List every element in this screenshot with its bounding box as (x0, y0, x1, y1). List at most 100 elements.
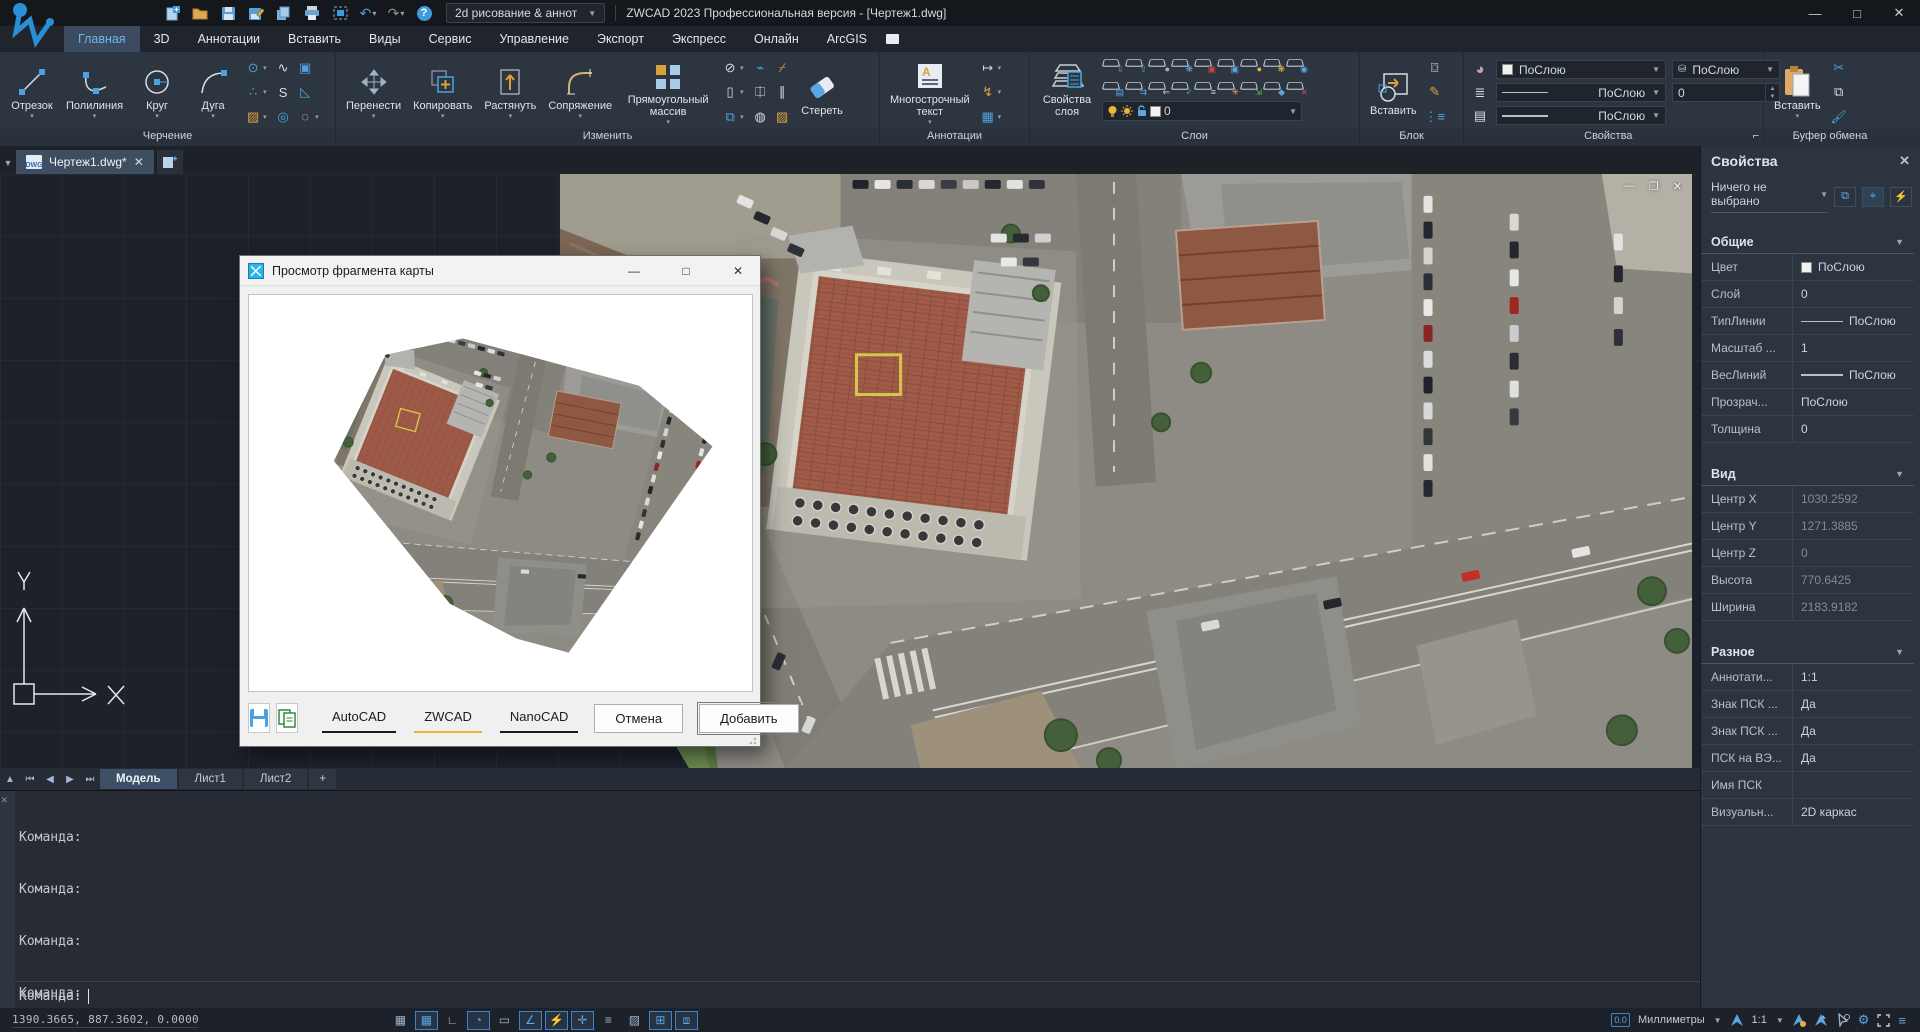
tab-nanocad[interactable]: NanoCAD (500, 704, 579, 733)
line-button[interactable]: Отрезок▾ (6, 62, 58, 123)
tab-online[interactable]: Онлайн (740, 26, 813, 52)
help-icon[interactable]: ? (412, 3, 436, 23)
layer-delete-icon[interactable]: ✕ (1286, 77, 1306, 95)
close-icon[interactable]: ✕ (1878, 0, 1920, 26)
insert-block-button[interactable]: Вставить (1366, 67, 1421, 119)
inner-close-icon[interactable]: ✕ (1673, 180, 1682, 193)
layer-state-icon[interactable]: ▤ (1102, 77, 1122, 95)
transparency-icon[interactable]: ◍ (750, 107, 770, 127)
resize-grip[interactable] (749, 735, 759, 745)
prop-row[interactable]: Центр Z0 (1701, 540, 1914, 567)
fillet-button[interactable]: Сопряжение▾ (544, 62, 616, 123)
close-command-icon[interactable]: ✕ (1, 793, 8, 806)
expand-tabs-icon[interactable]: ▲ (0, 770, 20, 788)
annotation-visibility-icon[interactable] (1792, 1013, 1806, 1027)
layer-freeze-icon[interactable]: ❋ (1171, 54, 1191, 72)
revcloud-icon[interactable]: ∿ (273, 58, 293, 78)
layer-current-icon[interactable]: ✓ (1171, 77, 1191, 95)
attributes-icon[interactable]: ⋮≡ (1425, 107, 1445, 127)
match-properties-icon[interactable]: 🖌 (1829, 107, 1849, 127)
inner-restore-icon[interactable]: ❐ (1649, 180, 1659, 193)
tab-home[interactable]: Главная (64, 26, 140, 52)
layer-off-icon[interactable]: ⇩ (1102, 54, 1122, 72)
grid-icon[interactable]: ▦ (415, 1011, 438, 1030)
dialog-maximize-icon[interactable]: □ (664, 256, 708, 285)
tab-export[interactable]: Экспорт (583, 26, 658, 52)
dialog-close-icon[interactable]: ✕ (716, 256, 760, 285)
drawing-canvas[interactable]: — ❐ ✕ Просмотр фрагмента карты — □ ✕ (0, 174, 1700, 768)
ribbon-collapse-icon[interactable] (881, 26, 903, 52)
ortho-icon[interactable]: ∟ (441, 1011, 464, 1030)
prop-row[interactable]: Центр Y1271.3885 (1701, 513, 1914, 540)
tab-autocad[interactable]: AutoCAD (322, 704, 396, 733)
document-tab[interactable]: DWG Чертеж1.dwg* ✕ (16, 150, 154, 174)
lineweight-combo[interactable]: ПоСлою▼ (1496, 106, 1666, 125)
palette-icon[interactable]: ◕ (1470, 60, 1490, 80)
prop-row[interactable]: Знак ПСК ...Да (1701, 691, 1914, 718)
prop-row[interactable]: ТипЛинииПоСлою (1701, 308, 1914, 335)
add-button[interactable]: Добавить (699, 704, 798, 733)
cycle-select-icon[interactable]: ⧈ (675, 1011, 698, 1030)
trim-icon[interactable]: ⌁ (750, 58, 770, 78)
prop-row[interactable]: Слой0 (1701, 281, 1914, 308)
prop-row[interactable]: Центр X1030.2592 (1701, 486, 1914, 513)
scale-icon[interactable]: ▯ (720, 82, 740, 102)
move-button[interactable]: Перенести▾ (342, 62, 405, 123)
snap-icon[interactable]: ▦ (389, 1011, 412, 1030)
align-icon[interactable]: ⎅ (750, 82, 770, 102)
prop-row[interactable]: Имя ПСК (1701, 772, 1914, 799)
dimension-icon[interactable]: ↦ (978, 58, 998, 78)
collapse-icon[interactable]: ▼ (1895, 647, 1904, 657)
tab-model[interactable]: Модель (100, 769, 177, 789)
layer-lock-icon[interactable]: ▣ (1194, 54, 1214, 72)
leader-icon[interactable]: ↯ (978, 82, 998, 102)
circle-button[interactable]: Круг▾ (131, 62, 183, 123)
fullscreen-icon[interactable] (1877, 1014, 1890, 1027)
tab-service[interactable]: Сервис (415, 26, 486, 52)
layer-unisolate-icon[interactable]: ⇲ (1240, 77, 1260, 95)
tab-3d[interactable]: 3D (140, 26, 184, 52)
dialog-minimize-icon[interactable]: — (612, 256, 656, 285)
copy-map-icon[interactable] (276, 703, 298, 733)
cursor-badge-icon[interactable] (1836, 1013, 1850, 1027)
first-tab-icon[interactable]: ⏮ (20, 770, 40, 788)
object-snap-icon[interactable]: ▭ (493, 1011, 516, 1030)
open-file-icon[interactable] (188, 3, 212, 23)
layer-walk-icon[interactable]: ◆ (1263, 77, 1283, 95)
array-button[interactable]: Прямоугольный массив▾ (620, 56, 716, 129)
break-icon[interactable]: ⌿ (772, 58, 792, 78)
tab-zwcad[interactable]: ZWCAD (414, 704, 482, 733)
stretch-button[interactable]: Растянуть▾ (480, 62, 540, 123)
prop-row[interactable]: ПСК на ВЭ...Да (1701, 745, 1914, 772)
undo-icon[interactable]: ↶▾ (356, 3, 380, 23)
color-combo[interactable]: ПоСлою▼ (1496, 60, 1666, 79)
command-window[interactable]: ✕ Команда: Команда: Команда: Команда: Ко… (0, 790, 1700, 1008)
copy-button[interactable]: Копировать▾ (409, 62, 476, 123)
layer-match-icon[interactable]: ⇉ (1125, 77, 1145, 95)
region-icon[interactable]: ▣ (295, 58, 315, 78)
mirror-icon[interactable]: ∥ (772, 82, 792, 102)
paste-button[interactable]: Вставить▾ (1770, 62, 1825, 123)
dynamic-input-icon[interactable]: ✛ (571, 1011, 594, 1030)
table-icon[interactable]: ▦ (978, 107, 998, 127)
quick-select-icon[interactable]: ⌖ (1862, 187, 1884, 207)
next-tab-icon[interactable]: ▶ (60, 770, 80, 788)
polyline-button[interactable]: Полилиния▾ (62, 62, 127, 123)
menu-hamburger-icon[interactable]: ≡ (1898, 1013, 1906, 1028)
inner-minimize-icon[interactable]: — (1624, 180, 1635, 193)
layer-isolate-icon[interactable]: ✳ (1217, 77, 1237, 95)
linetype-combo[interactable]: ПоСлою▼ (1496, 83, 1666, 102)
prop-row[interactable]: Высота770.6425 (1701, 567, 1914, 594)
tab-manage[interactable]: Управление (485, 26, 583, 52)
layer-on-icon[interactable]: ⇧ (1125, 54, 1145, 72)
minimize-icon[interactable]: — (1794, 0, 1836, 26)
annotation-scale-label[interactable]: 1:1 (1752, 1014, 1767, 1026)
new-doc-tab-icon[interactable] (157, 150, 183, 174)
prop-row[interactable]: ВесЛинийПоСлою (1701, 362, 1914, 389)
tab-annotations[interactable]: Аннотации (184, 26, 274, 52)
cut-icon[interactable]: ✂ (1829, 58, 1849, 78)
dialog-titlebar[interactable]: Просмотр фрагмента карты — □ ✕ (240, 256, 760, 286)
lineweight-display-icon[interactable]: ≡ (597, 1011, 620, 1030)
select-objects-icon[interactable]: ⧉ (1834, 187, 1856, 207)
point-style-icon[interactable]: ∴ (243, 82, 263, 102)
